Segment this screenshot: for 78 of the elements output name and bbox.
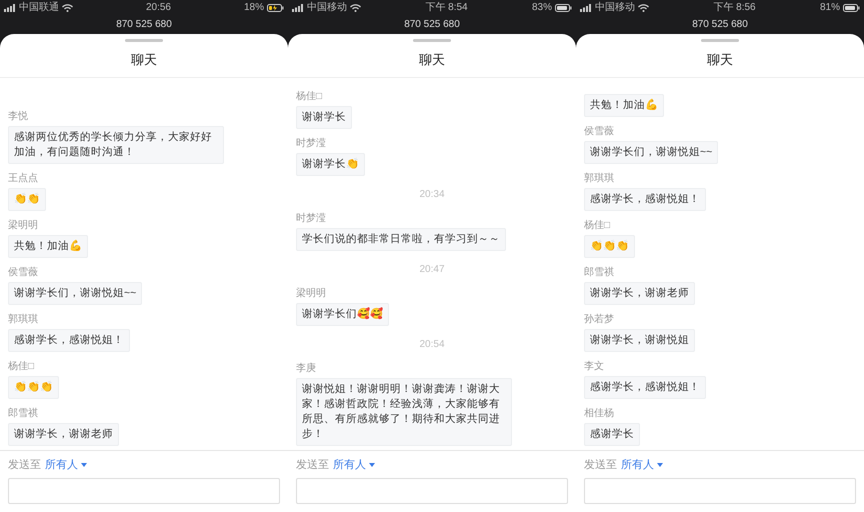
message-bubble: 谢谢学长 bbox=[296, 106, 352, 128]
status-time: 下午 8:54 bbox=[425, 3, 468, 13]
send-to-label: 发送至 bbox=[296, 458, 329, 472]
sender-name: 郎雪祺 bbox=[8, 408, 38, 420]
sender-name: 杨佳□ bbox=[584, 220, 610, 232]
message-bubble: 👏👏👏 bbox=[584, 234, 635, 258]
message-bubble: 感谢学长，感谢悦姐！ bbox=[584, 188, 706, 210]
sender-name: 杨佳□ bbox=[296, 90, 322, 102]
chat-title: 聊天 bbox=[131, 50, 157, 69]
message-bubble: 感谢两位优秀的学长倾力分享，大家好好加油，有问题随时沟通！ bbox=[8, 126, 224, 164]
message-bubble: 感谢学长，感谢悦姐！ bbox=[8, 328, 130, 352]
message-bubble: 谢谢学长们，谢谢悦姐~~ bbox=[584, 140, 718, 164]
sender-name: 梁明明 bbox=[296, 288, 326, 300]
message-bubble: 共勉！加油💪 bbox=[8, 234, 88, 258]
recipient-dropdown[interactable]: 所有人 bbox=[621, 456, 663, 473]
message-bubble: 谢谢学长们🥰🥰 bbox=[296, 302, 389, 326]
sender-name: 侯雪薇 bbox=[584, 126, 614, 138]
sender-name: 郎雪祺 bbox=[584, 266, 614, 278]
sender-name: 孙若梦 bbox=[584, 314, 614, 326]
meeting-id: 870 525 680 bbox=[692, 20, 748, 30]
send-to-label: 发送至 bbox=[8, 458, 41, 472]
meeting-id: 870 525 680 bbox=[404, 20, 460, 30]
caret-icon bbox=[369, 462, 375, 467]
sender-name: 梁明明 bbox=[8, 220, 38, 232]
message-bubble: 谢谢学长👏 bbox=[296, 152, 365, 176]
sender-name: 杨佳□ bbox=[8, 360, 34, 372]
meeting-id: 870 525 680 bbox=[116, 20, 172, 30]
message-bubble: 感谢学长，感谢悦姐！ bbox=[584, 376, 706, 398]
recipient-dropdown[interactable]: 所有人 bbox=[45, 456, 87, 473]
status-time: 下午 8:56 bbox=[713, 3, 756, 13]
carrier-name: 中国移动 bbox=[307, 3, 347, 13]
drag-handle[interactable] bbox=[413, 39, 451, 42]
drag-handle[interactable] bbox=[125, 39, 163, 42]
sender-name: 侯雪薇 bbox=[8, 266, 38, 278]
wifi-icon bbox=[350, 4, 361, 12]
caret-icon bbox=[657, 462, 663, 467]
message-input[interactable] bbox=[584, 478, 856, 504]
message-bubble: 👏👏 bbox=[8, 188, 46, 210]
recipient-dropdown[interactable]: 所有人 bbox=[333, 456, 375, 473]
sender-name: 李文 bbox=[584, 360, 604, 372]
message-bubble: 学长们说的都非常日常啦，有学习到～～ bbox=[296, 228, 506, 250]
status-time: 20:56 bbox=[146, 3, 171, 13]
message-bubble: 谢谢学长，谢谢老师 bbox=[8, 422, 119, 446]
message-bubble: 谢谢学长们，谢谢悦姐~~ bbox=[8, 282, 142, 304]
chat-title: 聊天 bbox=[419, 50, 445, 69]
timestamp: 20:47 bbox=[419, 262, 445, 276]
message-input[interactable] bbox=[8, 478, 280, 504]
signal-icon bbox=[292, 4, 304, 12]
message-bubble: 👏👏👏 bbox=[8, 376, 59, 398]
sender-name: 郭琪琪 bbox=[584, 172, 614, 184]
battery-percent: 83% bbox=[532, 3, 552, 13]
caret-icon bbox=[81, 462, 87, 467]
sender-name: 时梦滢 bbox=[296, 138, 326, 150]
chat-title: 聊天 bbox=[707, 50, 733, 69]
sender-name: 时梦滢 bbox=[296, 212, 326, 224]
carrier-name: 中国移动 bbox=[595, 3, 635, 13]
drag-handle[interactable] bbox=[701, 39, 739, 42]
wifi-icon bbox=[638, 4, 649, 12]
battery-percent: 18% bbox=[244, 3, 264, 13]
signal-icon bbox=[4, 4, 16, 12]
sender-name: 郭琪琪 bbox=[8, 314, 38, 326]
timestamp: 20:34 bbox=[419, 188, 445, 202]
send-to-label: 发送至 bbox=[584, 458, 617, 472]
message-bubble: 共勉！加油💪 bbox=[584, 94, 664, 116]
signal-icon bbox=[580, 4, 592, 12]
carrier-name: 中国联通 bbox=[19, 3, 59, 13]
message-bubble: 感谢学长 bbox=[584, 422, 640, 446]
message-bubble: 谢谢学长，谢谢悦姐 bbox=[584, 328, 695, 352]
message-bubble: 谢谢悦姐！谢谢明明！谢谢龚涛！谢谢大家！感谢哲政院！经验浅薄，大家能够有所思、有所感就够了！期待和大家共同进步！ bbox=[296, 378, 512, 446]
wifi-icon bbox=[62, 4, 73, 12]
timestamp: 20:54 bbox=[419, 338, 445, 352]
message-bubble: 谢谢学长，谢谢老师 bbox=[584, 282, 695, 304]
message-input[interactable] bbox=[296, 478, 568, 504]
sender-name: 李悦 bbox=[8, 110, 28, 122]
sender-name: 相佳杨 bbox=[584, 408, 614, 420]
sender-name: 李庚 bbox=[296, 362, 316, 374]
sender-name: 王点点 bbox=[8, 172, 38, 184]
battery-percent: 81% bbox=[820, 3, 840, 13]
